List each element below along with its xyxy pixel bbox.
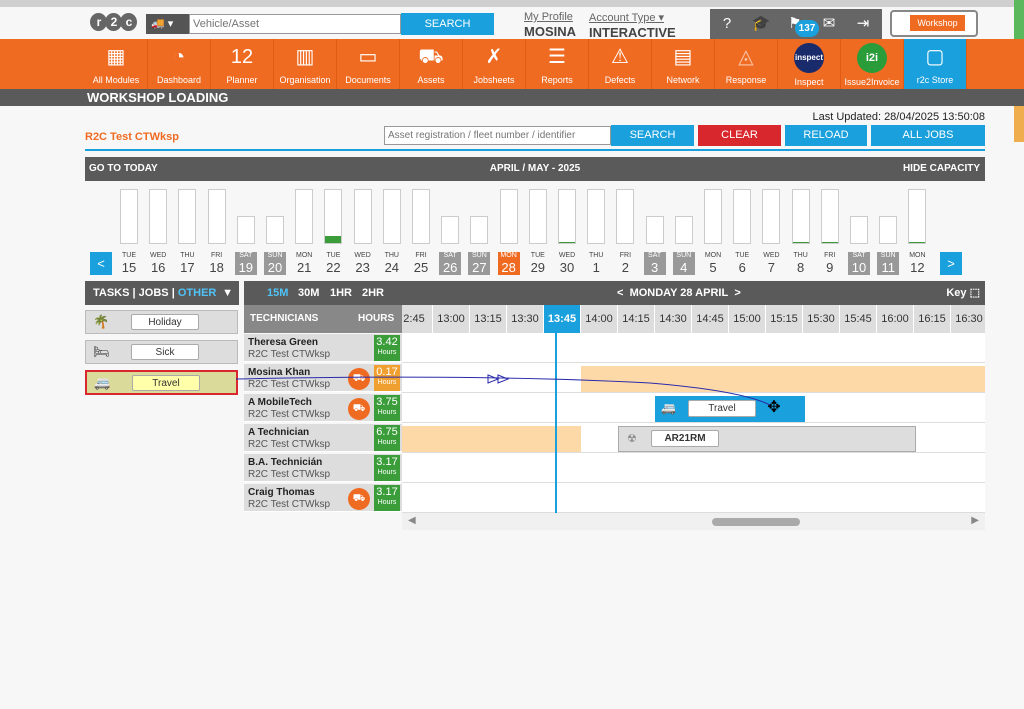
drag-path-arrow <box>235 374 771 406</box>
horizontal-scrollbar[interactable]: ◀ ▶ <box>402 513 985 530</box>
scroll-thumb[interactable] <box>712 518 800 526</box>
scroll-right-arrow[interactable]: ▶ <box>971 515 979 526</box>
scroll-left-arrow[interactable]: ◀ <box>408 515 416 526</box>
